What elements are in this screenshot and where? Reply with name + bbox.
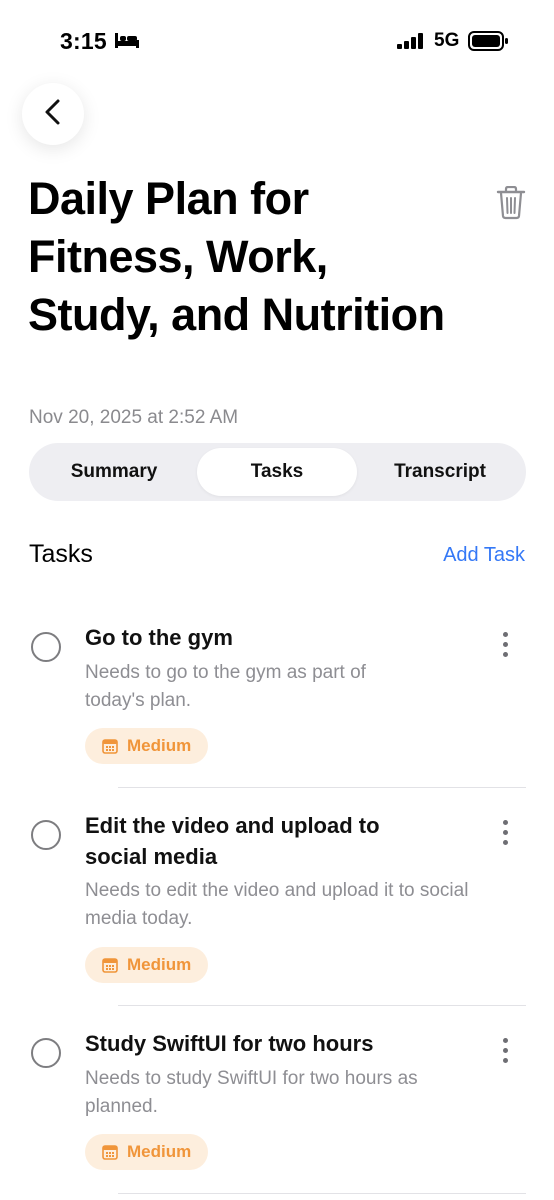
delete-button[interactable]: [496, 185, 526, 225]
tab-summary[interactable]: Summary: [33, 448, 195, 496]
task-title: Go to the gym: [85, 625, 233, 650]
priority-badge[interactable]: Medium: [85, 728, 208, 764]
created-timestamp: Nov 20, 2025 at 2:52 AM: [29, 407, 239, 428]
back-button[interactable]: [22, 83, 84, 145]
signal-icon: [397, 33, 425, 54]
priority-label: Medium: [127, 736, 192, 755]
section-title: Tasks: [29, 540, 93, 568]
bed-icon: [114, 31, 140, 54]
more-vertical-icon[interactable]: [497, 820, 513, 850]
tab-tasks[interactable]: Tasks: [197, 448, 357, 496]
priority-badge[interactable]: Medium: [85, 1134, 208, 1170]
task-checkbox[interactable]: [31, 820, 61, 850]
divider: [118, 1193, 526, 1194]
priority-label: Medium: [127, 1142, 192, 1161]
calendar-icon: [102, 739, 118, 754]
chevron-left-icon: [43, 98, 63, 131]
priority-badge[interactable]: Medium: [85, 947, 208, 983]
task-title: Edit the video and upload to social medi…: [85, 813, 380, 869]
task-description: Needs to study SwiftUI for two hours as …: [85, 1068, 418, 1117]
divider: [118, 1005, 526, 1006]
priority-label: Medium: [127, 955, 192, 974]
network-type: 5G: [434, 30, 460, 51]
task-checkbox[interactable]: [31, 632, 61, 662]
status-bar: 3:15 5G: [0, 0, 554, 80]
divider: [118, 787, 526, 788]
task-title: Study SwiftUI for two hours: [85, 1031, 374, 1056]
page-title: Daily Plan for Fitness, Work, Study, and…: [28, 173, 445, 340]
battery-icon: [468, 30, 510, 57]
calendar-icon: [102, 1145, 118, 1160]
more-vertical-icon[interactable]: [497, 632, 513, 662]
segmented-control: Summary Tasks Transcript: [29, 443, 526, 501]
task-checkbox[interactable]: [31, 1038, 61, 1068]
task-description: Needs to edit the video and upload it to…: [85, 880, 469, 929]
add-task-button[interactable]: Add Task: [443, 544, 525, 567]
tab-transcript[interactable]: Transcript: [359, 448, 521, 496]
calendar-icon: [102, 958, 118, 973]
status-time: 3:15: [60, 28, 107, 54]
more-vertical-icon[interactable]: [497, 1038, 513, 1068]
task-description: Needs to go to the gym as part of today'…: [85, 662, 366, 711]
trash-icon: [496, 185, 526, 224]
